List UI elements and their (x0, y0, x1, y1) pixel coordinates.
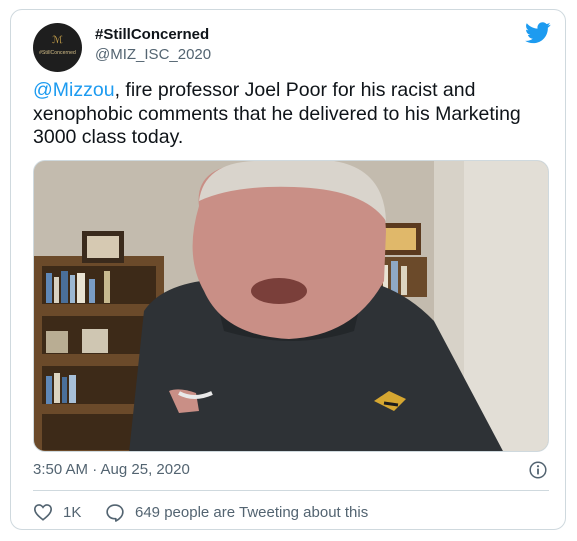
avatar-logo-icon: ℳ (52, 35, 63, 46)
info-icon[interactable] (529, 461, 547, 479)
user-handle[interactable]: @MIZ_ISC_2020 (95, 46, 211, 63)
video-frame-illustration (34, 161, 548, 451)
display-name[interactable]: #StillConcerned (95, 26, 209, 43)
tweet-card[interactable]: ℳ #StillConcerned #StillConcerned @MIZ_I… (10, 9, 566, 530)
tweeting-about-text: 649 people are Tweeting about this (135, 503, 369, 521)
twitter-bird-icon[interactable] (525, 22, 551, 44)
heart-icon (33, 504, 53, 521)
mention-link[interactable]: @Mizzou (33, 79, 115, 101)
like-button[interactable]: 1K (33, 501, 81, 523)
avatar-text: #StillConcerned (39, 50, 76, 56)
speech-bubble-icon (106, 503, 124, 522)
tweet-text: @Mizzou, fire professor Joel Poor for hi… (33, 79, 548, 150)
like-count: 1K (63, 503, 82, 521)
avatar[interactable]: ℳ #StillConcerned (33, 23, 82, 72)
divider (33, 490, 549, 491)
tweet-timestamp[interactable]: 3:50 AM · Aug 25, 2020 (33, 461, 190, 478)
tweeting-about-link[interactable]: 649 people are Tweeting about this (105, 501, 368, 523)
video-media[interactable] (33, 160, 549, 452)
